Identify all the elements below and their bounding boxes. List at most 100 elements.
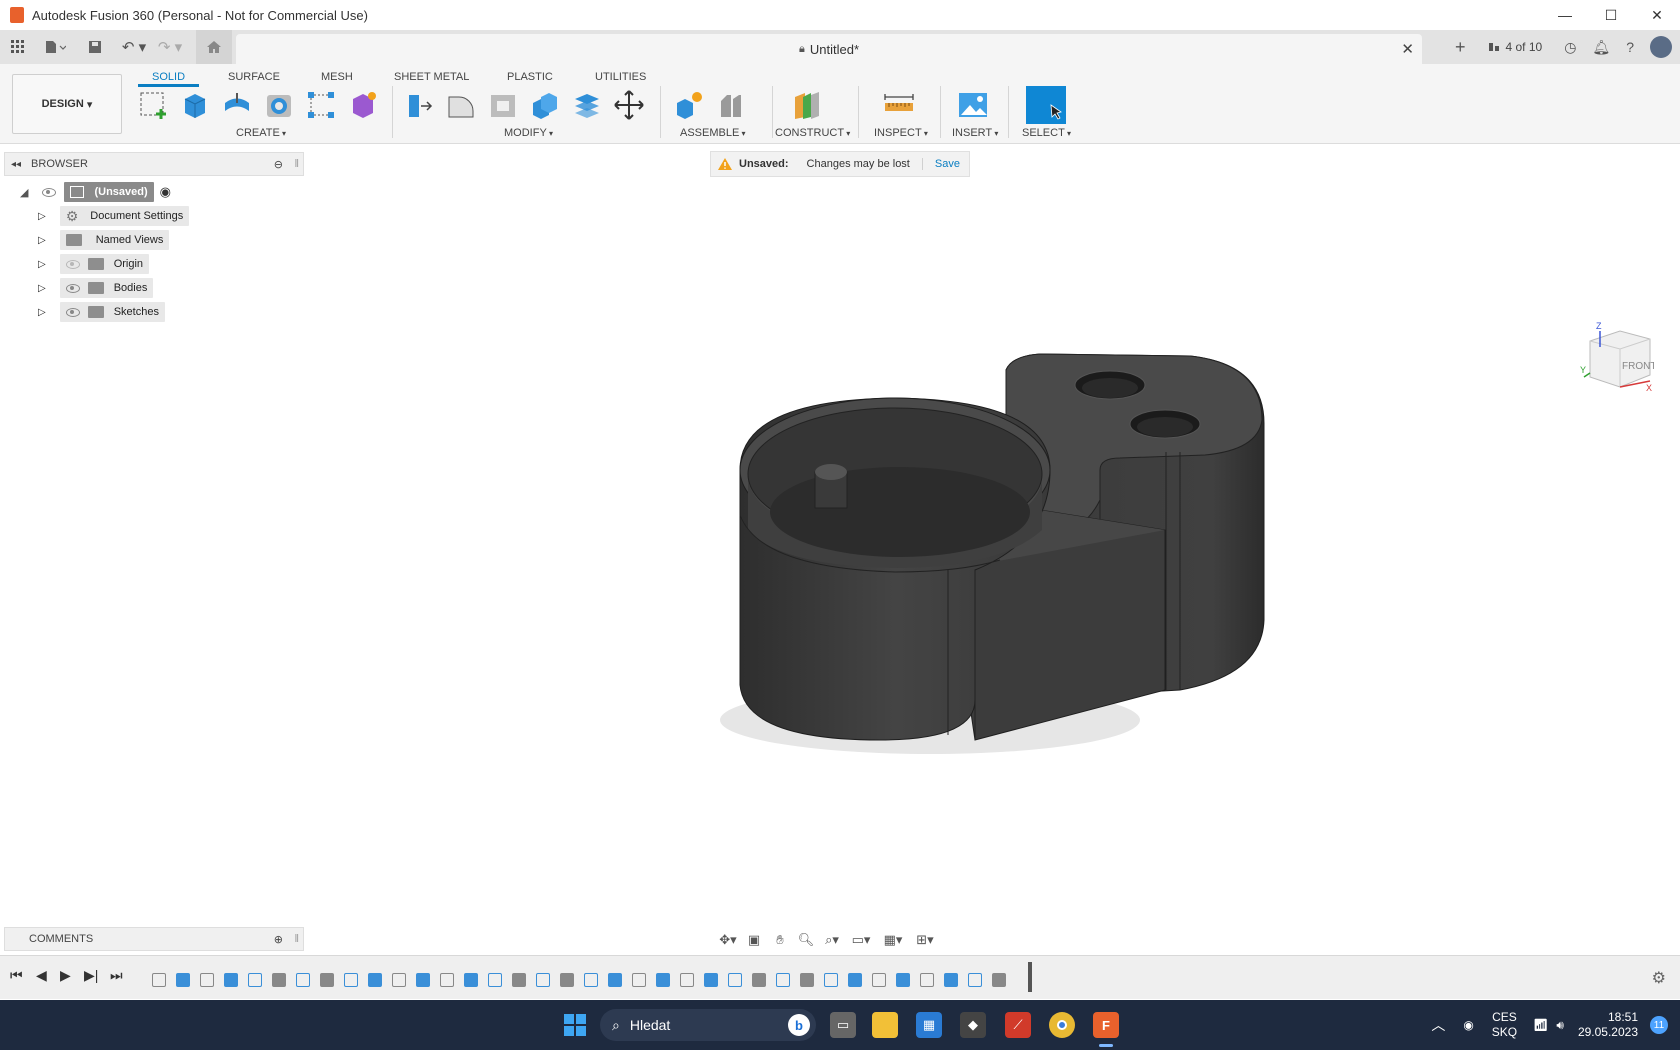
display-settings-icon[interactable]: ▭▾	[848, 931, 874, 949]
browser-minimize-icon[interactable]: ⊖	[274, 158, 283, 171]
timeline-settings-gear-icon[interactable]: ⚙	[1652, 968, 1666, 988]
file-explorer-icon[interactable]	[872, 1012, 898, 1038]
orbit-icon[interactable]: ✥▾	[718, 931, 738, 949]
timeline-feature-icon[interactable]	[320, 973, 334, 987]
minimize-button[interactable]: —	[1542, 0, 1588, 30]
add-comment-icon[interactable]: ⊕	[274, 933, 283, 946]
undo-button[interactable]: ↶ ▾	[118, 30, 150, 64]
tray-app-icon[interactable]: ◉	[1463, 1018, 1473, 1032]
activate-radio-icon[interactable]: ◉	[160, 184, 171, 200]
timeline-first-icon[interactable]: ⏮	[10, 967, 23, 984]
visibility-eye-icon[interactable]	[42, 187, 57, 197]
volume-icon[interactable]: 🔊︎	[1556, 1018, 1564, 1033]
timeline-feature-icon[interactable]	[800, 973, 814, 987]
grid-snap-icon[interactable]: ▦▾	[880, 931, 906, 949]
unity-hub-icon[interactable]: ◆	[960, 1012, 986, 1038]
close-tab-icon[interactable]: ✕	[1401, 40, 1414, 58]
offset-face-icon[interactable]	[570, 88, 604, 122]
close-window-button[interactable]: ✕	[1634, 0, 1680, 30]
expand-arrow-icon[interactable]: ▷	[38, 259, 46, 270]
model-3d-view[interactable]	[0, 145, 1680, 955]
timeline-marker[interactable]	[1028, 962, 1032, 992]
timeline-feature-icon[interactable]	[728, 973, 742, 987]
tab-mesh[interactable]: MESH	[321, 67, 353, 87]
timeline-prev-icon[interactable]: ◀	[36, 967, 47, 984]
document-tab[interactable]: 🔒︎ Untitled* ✕	[236, 34, 1422, 64]
timeline-feature-icon[interactable]	[920, 973, 934, 987]
chrome-icon[interactable]	[1049, 1012, 1075, 1038]
tab-surface[interactable]: SURFACE	[228, 67, 280, 87]
save-link[interactable]: Save	[921, 158, 960, 170]
timeline-feature-icon[interactable]	[776, 973, 790, 987]
view-cube[interactable]: FRONT Z X Y	[1580, 321, 1656, 399]
insert-image-icon[interactable]	[956, 88, 990, 122]
zoom-icon[interactable]: 🔍︎	[796, 931, 816, 949]
tree-item-document-settings[interactable]: ▷ ⚙ Document Settings	[38, 204, 190, 228]
timeline-feature-icon[interactable]	[416, 973, 430, 987]
joint-icon[interactable]	[714, 88, 748, 122]
visibility-eye-icon[interactable]	[65, 283, 80, 293]
windows-start-icon[interactable]	[562, 1012, 588, 1038]
inspect-menu[interactable]: INSPECT	[874, 127, 928, 139]
timeline-feature-icon[interactable]	[368, 973, 382, 987]
timeline-feature-icon[interactable]	[488, 973, 502, 987]
timeline-feature-icon[interactable]	[608, 973, 622, 987]
create-sketch-icon[interactable]	[136, 88, 170, 122]
pan-hand-icon[interactable]: ✋︎	[770, 931, 790, 949]
browser-root-row[interactable]: ◢ (Unsaved) ◉	[20, 180, 171, 204]
timeline-play-icon[interactable]: ▶	[60, 967, 71, 984]
task-view-icon[interactable]: ▭	[830, 1012, 856, 1038]
timeline-feature-icon[interactable]	[968, 973, 982, 987]
tab-utilities[interactable]: UTILITIES	[595, 67, 646, 87]
fusion-360-taskbar-icon[interactable]: F	[1093, 1012, 1119, 1038]
timeline-feature-icon[interactable]	[344, 973, 358, 987]
timeline-feature-icon[interactable]	[296, 973, 310, 987]
save-icon[interactable]	[84, 30, 106, 64]
clock[interactable]: 18:51 29.05.2023	[1578, 1010, 1638, 1040]
new-tab-button[interactable]: +	[1447, 30, 1474, 64]
fillet-icon[interactable]	[444, 88, 478, 122]
press-pull-icon[interactable]	[402, 88, 436, 122]
timeline-feature-icon[interactable]	[440, 973, 454, 987]
timeline-feature-icon[interactable]	[200, 973, 214, 987]
combine-icon[interactable]	[528, 88, 562, 122]
tree-item-sketches[interactable]: ▷ Sketches	[38, 300, 165, 324]
help-icon[interactable]: ?	[1618, 30, 1642, 64]
comments-drag-handle[interactable]: ‖	[294, 933, 299, 945]
timeline-feature-icon[interactable]	[584, 973, 598, 987]
offset-plane-icon[interactable]	[790, 88, 824, 122]
timeline-feature-icon[interactable]	[536, 973, 550, 987]
create-form-icon[interactable]	[346, 88, 380, 122]
timeline-feature-icon[interactable]	[560, 973, 574, 987]
avatar[interactable]	[1650, 36, 1672, 58]
collapse-browser-icon[interactable]: ◂◂	[11, 159, 21, 170]
select-tool-button[interactable]	[1026, 86, 1066, 124]
timeline-feature-icon[interactable]	[992, 973, 1006, 987]
new-component-assemble-icon[interactable]	[672, 88, 706, 122]
redo-button[interactable]: ↷ ▾	[154, 30, 186, 64]
timeline-last-icon[interactable]: ⏭	[110, 967, 123, 984]
forza-icon[interactable]: ⟋	[1005, 1012, 1031, 1038]
viewports-icon[interactable]: ⊞▾	[912, 931, 938, 949]
tab-solid[interactable]: SOLID	[138, 67, 200, 87]
shell-icon[interactable]	[486, 88, 520, 122]
input-language[interactable]: CES SKQ	[1492, 1010, 1517, 1040]
wifi-icon[interactable]: 📶︎	[1533, 1018, 1548, 1032]
create-menu[interactable]: CREATE	[236, 127, 286, 139]
timeline-feature-icon[interactable]	[272, 973, 286, 987]
expand-arrow-icon[interactable]: ▷	[38, 307, 46, 318]
timeline-feature-icon[interactable]	[680, 973, 694, 987]
expand-arrow-icon[interactable]: ▷	[38, 211, 46, 222]
timeline-feature-icon[interactable]	[872, 973, 886, 987]
workspace-switcher[interactable]: DESIGN ▾	[12, 74, 122, 134]
home-icon[interactable]	[196, 30, 232, 64]
modify-menu[interactable]: MODIFY	[504, 127, 553, 139]
timeline-feature-icon[interactable]	[704, 973, 718, 987]
move-copy-icon[interactable]	[612, 88, 646, 122]
timeline-feature-icon[interactable]	[224, 973, 238, 987]
expand-arrow-icon[interactable]: ▷	[38, 283, 46, 294]
new-component-icon[interactable]	[178, 88, 212, 122]
bing-icon[interactable]: b	[788, 1014, 810, 1036]
expand-arrow-icon[interactable]: ▷	[38, 235, 46, 246]
timeline-feature-icon[interactable]	[248, 973, 262, 987]
